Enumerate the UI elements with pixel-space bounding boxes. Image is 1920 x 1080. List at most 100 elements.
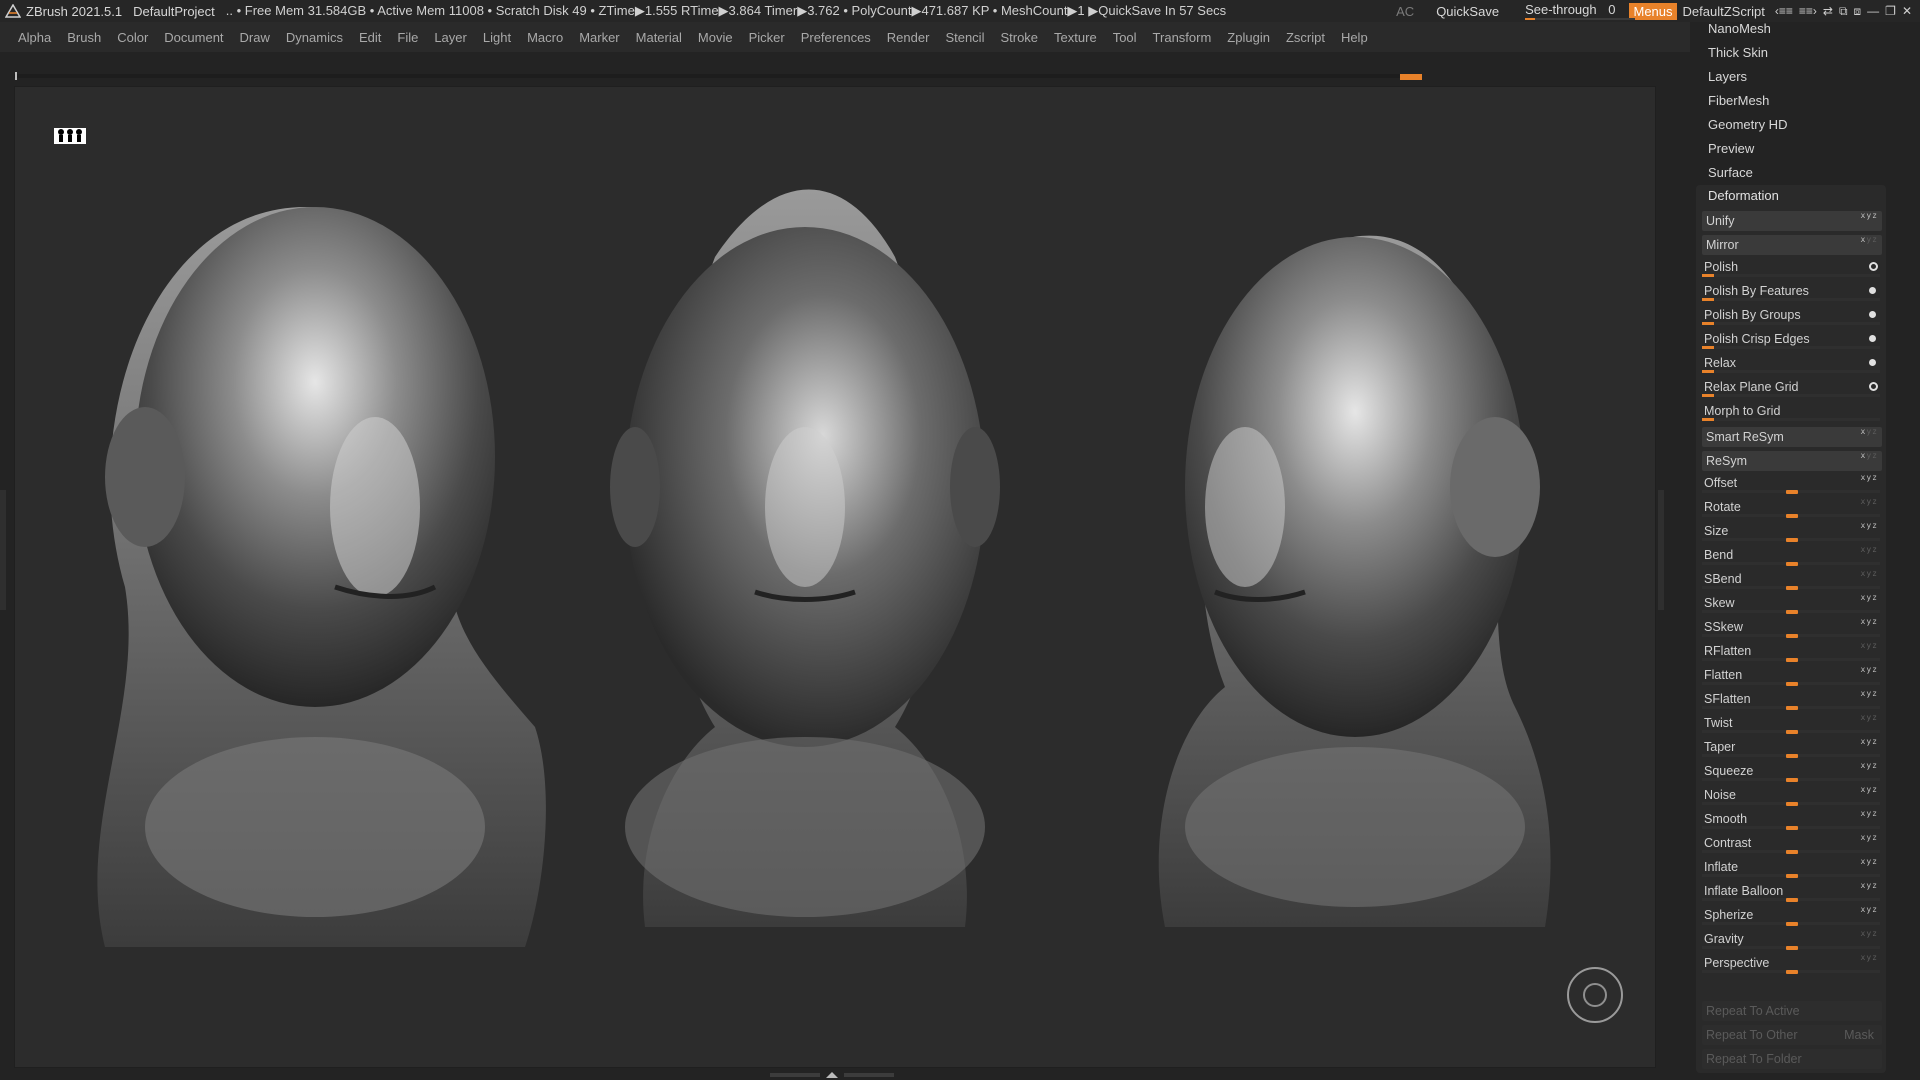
axis-xyz-icon[interactable]: xyz <box>1861 521 1878 530</box>
twist-slider[interactable]: Twist xyz <box>1702 713 1882 734</box>
slider-knob[interactable] <box>1786 802 1798 806</box>
axis-xyz-icon[interactable]: xyz <box>1861 785 1878 794</box>
bottom-tray-handle[interactable] <box>770 1070 900 1080</box>
bend-slider[interactable]: Bend xyz <box>1702 545 1882 566</box>
offset-slider[interactable]: Offset xyz <box>1702 473 1882 494</box>
sskew-slider[interactable]: SSkew xyz <box>1702 617 1882 638</box>
sflatten-slider[interactable]: SFlatten xyz <box>1702 689 1882 710</box>
menu-transform[interactable]: Transform <box>1153 30 1212 45</box>
layout-save-icon[interactable]: ⧈ <box>1854 4 1862 19</box>
repeat-to-active-button[interactable]: Repeat To Active <box>1702 1001 1882 1021</box>
slider-knob[interactable] <box>1786 922 1798 926</box>
axis-xyz-icon[interactable]: xyz <box>1861 953 1878 962</box>
menu-color[interactable]: Color <box>117 30 148 45</box>
default-zscript-button[interactable]: DefaultZScript <box>1683 4 1765 19</box>
menu-brush[interactable]: Brush <box>67 30 101 45</box>
mirror-button[interactable]: Mirror xyz <box>1702 235 1882 255</box>
layout-icon[interactable]: ⧉ <box>1839 4 1848 19</box>
slider-knob[interactable] <box>1786 850 1798 854</box>
timeline-strip[interactable] <box>14 70 1422 81</box>
see-through-slider[interactable]: See-through 0 <box>1525 2 1636 20</box>
subpalette-preview[interactable]: Preview <box>1708 142 1908 166</box>
axis-xyz-icon[interactable]: xyz <box>1861 451 1878 460</box>
menu-picker[interactable]: Picker <box>749 30 785 45</box>
menu-material[interactable]: Material <box>636 30 682 45</box>
slider-knob[interactable] <box>1786 514 1798 518</box>
relax-slider[interactable]: Relax <box>1702 353 1882 373</box>
subpalette-fibermesh[interactable]: FiberMesh <box>1708 94 1908 118</box>
slider-knob[interactable] <box>1786 778 1798 782</box>
slider-knob[interactable] <box>1786 562 1798 566</box>
menu-layer[interactable]: Layer <box>434 30 467 45</box>
size-slider[interactable]: Size xyz <box>1702 521 1882 542</box>
slider-knob[interactable] <box>1786 754 1798 758</box>
slider-knob[interactable] <box>1786 826 1798 830</box>
axis-xyz-icon[interactable]: xyz <box>1861 833 1878 842</box>
mask-toggle[interactable]: Mask <box>1844 1028 1874 1042</box>
gravity-slider[interactable]: Gravity xyz <box>1702 929 1882 950</box>
see-through-knob[interactable] <box>1525 18 1536 20</box>
polish-by-features-slider[interactable]: Polish By Features <box>1702 281 1882 301</box>
flatten-slider[interactable]: Flatten xyz <box>1702 665 1882 686</box>
inflate-slider[interactable]: Inflate xyz <box>1702 857 1882 878</box>
axis-xyz-icon[interactable]: xyz <box>1861 905 1878 914</box>
slider-knob[interactable] <box>1786 586 1798 590</box>
minimize-icon[interactable]: — <box>1867 4 1879 19</box>
squeeze-slider[interactable]: Squeeze xyz <box>1702 761 1882 782</box>
sbend-slider[interactable]: SBend xyz <box>1702 569 1882 590</box>
axis-xyz-icon[interactable]: xyz <box>1861 881 1878 890</box>
axis-xyz-icon[interactable]: xyz <box>1861 713 1878 722</box>
morph-to-grid-slider[interactable]: Morph to Grid <box>1702 401 1882 421</box>
axis-xyz-icon[interactable]: x​y​z <box>1861 211 1878 220</box>
swap-icon[interactable]: ⇄ <box>1823 4 1833 19</box>
taper-slider[interactable]: Taper xyz <box>1702 737 1882 758</box>
menu-macro[interactable]: Macro <box>527 30 563 45</box>
contrast-slider[interactable]: Contrast xyz <box>1702 833 1882 854</box>
menu-preferences[interactable]: Preferences <box>801 30 871 45</box>
menu-help[interactable]: Help <box>1341 30 1368 45</box>
slider-knob[interactable] <box>1786 706 1798 710</box>
axis-xyz-icon[interactable]: xyz <box>1861 593 1878 602</box>
close-icon[interactable]: ✕ <box>1902 4 1912 19</box>
menu-stroke[interactable]: Stroke <box>1000 30 1038 45</box>
quicksave-button[interactable]: QuickSave <box>1436 4 1499 19</box>
menu-document[interactable]: Document <box>164 30 223 45</box>
timeline-marker[interactable] <box>1400 74 1422 80</box>
menu-stencil[interactable]: Stencil <box>945 30 984 45</box>
menus-toggle-button[interactable]: Menus <box>1629 2 1677 20</box>
menu-edit[interactable]: Edit <box>359 30 381 45</box>
subpalette-nanomesh[interactable]: NanoMesh <box>1708 22 1908 46</box>
axis-xyz-icon[interactable]: xyz <box>1861 761 1878 770</box>
subpalette-layers[interactable]: Layers <box>1708 70 1908 94</box>
rflatten-slider[interactable]: RFlatten xyz <box>1702 641 1882 662</box>
noise-slider[interactable]: Noise xyz <box>1702 785 1882 806</box>
scroll-right-icon[interactable]: ≡≡› <box>1799 4 1817 19</box>
slider-knob[interactable] <box>1786 898 1798 902</box>
axis-xyz-icon[interactable]: xyz <box>1861 689 1878 698</box>
unify-button[interactable]: Unify x​y​z <box>1702 211 1882 231</box>
expand-up-icon[interactable] <box>826 1072 838 1078</box>
inflate-balloon-slider[interactable]: Inflate Balloon xyz <box>1702 881 1882 902</box>
axis-xyz-icon[interactable]: xyz <box>1861 235 1878 244</box>
skew-slider[interactable]: Skew xyz <box>1702 593 1882 614</box>
project-name[interactable]: DefaultProject <box>133 4 215 19</box>
slider-knob[interactable] <box>1786 490 1798 494</box>
left-tray-handle[interactable] <box>0 490 6 610</box>
menu-texture[interactable]: Texture <box>1054 30 1097 45</box>
slider-knob[interactable] <box>1786 538 1798 542</box>
axis-xyz-icon[interactable]: xyz <box>1861 473 1878 482</box>
spherize-slider[interactable]: Spherize xyz <box>1702 905 1882 926</box>
axis-xyz-icon[interactable]: xyz <box>1861 857 1878 866</box>
menu-zscript[interactable]: Zscript <box>1286 30 1325 45</box>
smooth-slider[interactable]: Smooth xyz <box>1702 809 1882 830</box>
slider-knob[interactable] <box>1786 730 1798 734</box>
axis-xyz-icon[interactable]: xyz <box>1861 737 1878 746</box>
slider-knob[interactable] <box>1786 682 1798 686</box>
subpalette-geometry-hd[interactable]: Geometry HD <box>1708 118 1908 142</box>
right-tray-handle[interactable] <box>1658 490 1664 610</box>
axis-xyz-icon[interactable]: xyz <box>1861 929 1878 938</box>
dot-toggle-icon[interactable] <box>1869 335 1876 342</box>
menu-tool[interactable]: Tool <box>1113 30 1137 45</box>
circle-toggle-icon[interactable] <box>1869 382 1878 391</box>
menu-file[interactable]: File <box>397 30 418 45</box>
